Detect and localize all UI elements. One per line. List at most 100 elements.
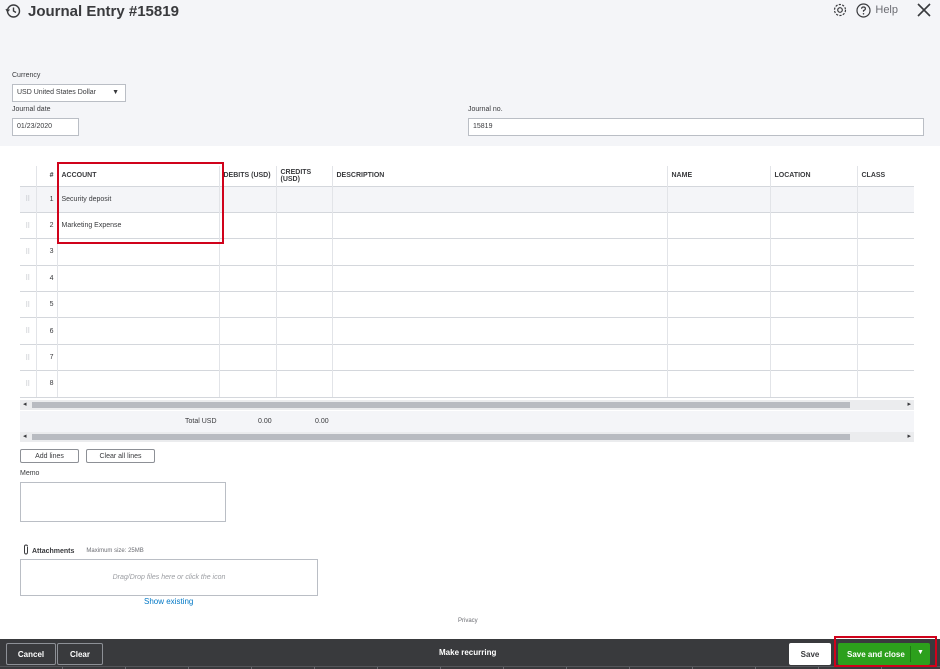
table-row[interactable]: ⠿ 1 Security deposit — [20, 185, 914, 213]
class-cell[interactable] — [857, 343, 914, 371]
credits-cell[interactable] — [276, 291, 333, 318]
credits-cell[interactable] — [276, 185, 333, 213]
drag-handle-icon[interactable]: ⠿ — [20, 370, 37, 398]
debits-cell[interactable] — [219, 370, 277, 398]
scroll-left-icon[interactable]: ◂ — [23, 432, 27, 442]
table-horizontal-scrollbar[interactable]: ◂ ▸ — [20, 400, 914, 410]
drag-handle-icon[interactable]: ⠿ — [20, 343, 37, 371]
debits-cell[interactable] — [219, 291, 277, 318]
drag-handle-icon[interactable]: ⠿ — [20, 238, 37, 266]
location-cell[interactable] — [770, 370, 858, 398]
name-cell[interactable] — [667, 211, 771, 239]
location-cell[interactable] — [770, 238, 858, 266]
show-existing-link[interactable]: Show existing — [144, 597, 193, 606]
help-button[interactable]: Help — [856, 2, 898, 18]
class-cell[interactable] — [857, 317, 914, 345]
location-cell[interactable] — [770, 291, 858, 318]
class-cell[interactable] — [857, 238, 914, 266]
location-cell[interactable] — [770, 211, 858, 239]
class-cell[interactable] — [857, 291, 914, 318]
class-cell[interactable] — [857, 211, 914, 239]
account-cell[interactable] — [57, 238, 220, 266]
name-cell[interactable] — [667, 317, 771, 345]
account-cell[interactable] — [57, 291, 220, 318]
name-cell[interactable] — [667, 238, 771, 266]
paperclip-icon[interactable] — [22, 542, 30, 560]
scroll-right-icon[interactable]: ▸ — [907, 400, 911, 410]
name-cell[interactable] — [667, 264, 771, 292]
description-cell[interactable] — [332, 185, 668, 213]
account-cell[interactable] — [57, 264, 220, 292]
make-recurring-button[interactable]: Make recurring — [439, 648, 496, 657]
totals-horizontal-scrollbar[interactable]: ◂ ▸ — [20, 432, 914, 442]
save-button[interactable]: Save — [789, 643, 831, 665]
debits-cell[interactable] — [219, 185, 277, 213]
debits-cell[interactable] — [219, 264, 277, 292]
location-cell[interactable] — [770, 185, 858, 213]
history-icon[interactable] — [4, 2, 22, 20]
table-row[interactable]: ⠿ 5 — [20, 291, 914, 318]
table-row[interactable]: ⠿ 7 — [20, 343, 914, 371]
table-row[interactable]: ⠿ 3 — [20, 238, 914, 266]
close-icon[interactable] — [916, 2, 932, 18]
account-cell[interactable]: Marketing Expense — [57, 211, 220, 239]
drag-handle-icon[interactable]: ⠿ — [20, 211, 37, 239]
privacy-link[interactable]: Privacy — [458, 618, 478, 624]
save-and-close-button[interactable]: Save and close ▼ — [838, 643, 930, 665]
account-cell[interactable] — [57, 317, 220, 345]
class-cell[interactable] — [857, 185, 914, 213]
credits-cell[interactable] — [276, 317, 333, 345]
credits-cell[interactable] — [276, 238, 333, 266]
memo-textarea[interactable] — [20, 482, 226, 522]
name-cell[interactable] — [667, 185, 771, 213]
account-cell[interactable] — [57, 343, 220, 371]
table-row[interactable]: ⠿ 2 Marketing Expense — [20, 211, 914, 239]
table-row[interactable]: ⠿ 4 — [20, 264, 914, 292]
clear-button[interactable]: Clear — [57, 643, 103, 665]
scroll-right-icon[interactable]: ▸ — [907, 432, 911, 442]
debits-cell[interactable] — [219, 238, 277, 266]
location-cell[interactable] — [770, 317, 858, 345]
account-cell[interactable] — [57, 370, 220, 398]
class-cell[interactable] — [857, 370, 914, 398]
debits-cell[interactable] — [219, 343, 277, 371]
name-cell[interactable] — [667, 291, 771, 318]
description-cell[interactable] — [332, 343, 668, 371]
description-cell[interactable] — [332, 370, 668, 398]
debits-cell[interactable] — [219, 211, 277, 239]
table-row[interactable]: ⠿ 8 — [20, 370, 914, 398]
clear-all-lines-button[interactable]: Clear all lines — [86, 449, 155, 463]
attachment-drop-zone[interactable]: Drag/Drop files here or click the icon — [20, 559, 318, 596]
account-cell[interactable]: Security deposit — [57, 185, 220, 213]
add-lines-button[interactable]: Add lines — [20, 449, 79, 463]
caret-down-icon[interactable]: ▼ — [917, 649, 924, 656]
drag-handle-icon[interactable]: ⠿ — [20, 291, 37, 318]
drag-handle-icon[interactable]: ⠿ — [20, 185, 37, 213]
gear-icon[interactable] — [832, 2, 848, 18]
description-cell[interactable] — [332, 317, 668, 345]
location-cell[interactable] — [770, 343, 858, 371]
name-cell[interactable] — [667, 343, 771, 371]
scrollbar-thumb[interactable] — [32, 434, 850, 440]
credits-cell[interactable] — [276, 264, 333, 292]
scroll-left-icon[interactable]: ◂ — [23, 400, 27, 410]
location-cell[interactable] — [770, 264, 858, 292]
credits-cell[interactable] — [276, 370, 333, 398]
credits-cell[interactable] — [276, 211, 333, 239]
drag-handle-icon[interactable]: ⠿ — [20, 317, 37, 345]
description-cell[interactable] — [332, 291, 668, 318]
name-cell[interactable] — [667, 370, 771, 398]
description-cell[interactable] — [332, 211, 668, 239]
drag-handle-icon[interactable]: ⠿ — [20, 264, 37, 292]
cancel-button[interactable]: Cancel — [6, 643, 56, 665]
description-cell[interactable] — [332, 238, 668, 266]
class-cell[interactable] — [857, 264, 914, 292]
debits-cell[interactable] — [219, 317, 277, 345]
description-cell[interactable] — [332, 264, 668, 292]
credits-cell[interactable] — [276, 343, 333, 371]
journal-date-input[interactable]: 01/23/2020 — [12, 118, 79, 136]
journal-no-input[interactable]: 15819 — [468, 118, 924, 136]
currency-select[interactable]: USD United States Dollar ▼ — [12, 84, 126, 102]
table-row[interactable]: ⠿ 6 — [20, 317, 914, 345]
scrollbar-thumb[interactable] — [32, 402, 850, 408]
